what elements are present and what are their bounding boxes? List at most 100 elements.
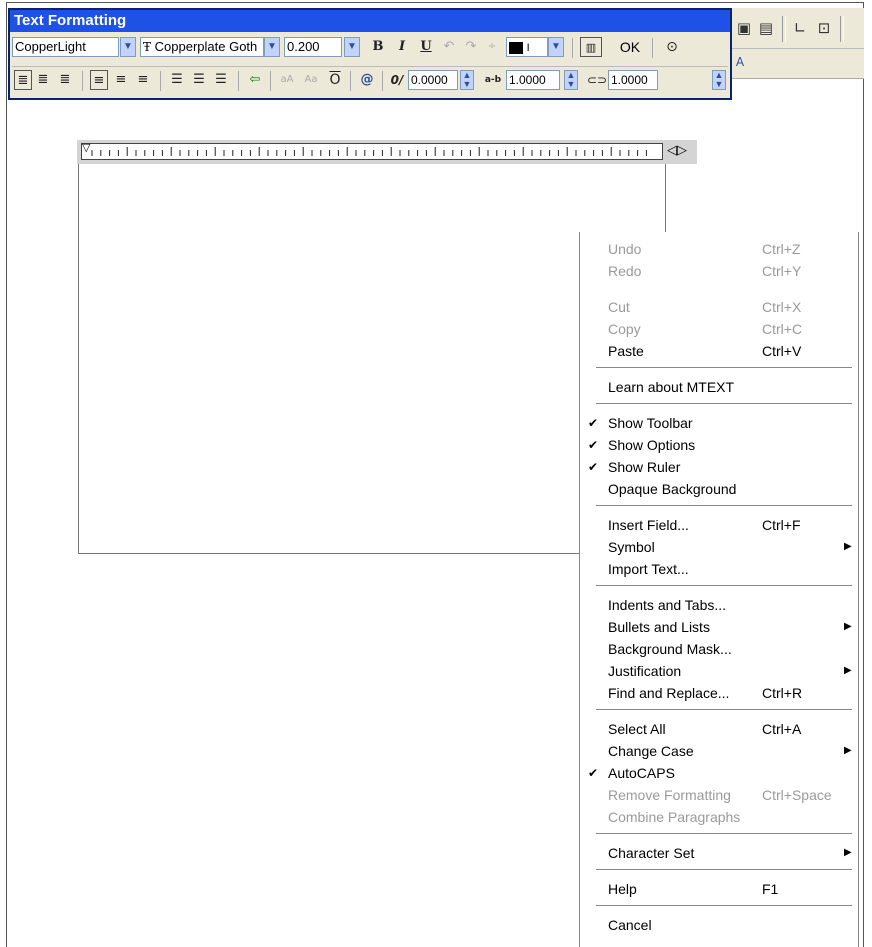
menu-item-shortcut: Ctrl+C <box>762 321 803 337</box>
menu-item-opaque-background[interactable]: Opaque Background <box>580 478 858 500</box>
menu-item-label: Copy <box>608 321 641 337</box>
bold-button[interactable]: B <box>370 37 386 57</box>
uppercase-icon[interactable]: aA <box>278 70 296 90</box>
menu-item-paste[interactable]: Paste Ctrl+V <box>580 340 858 362</box>
menu-item-autocaps[interactable]: ✔ AutoCAPS <box>580 762 858 784</box>
menu-item-shortcut: Ctrl+Z <box>762 241 801 257</box>
tracking-field[interactable]: 1.0000 <box>506 70 560 90</box>
lowercase-icon[interactable]: Aa <box>302 70 320 90</box>
font-combo[interactable]: Ŧ Copperplate Goth <box>140 37 264 57</box>
menu-item-symbol[interactable]: Symbol ▶ <box>580 536 858 558</box>
toolbar-separator <box>840 16 844 42</box>
ruler-width-handle-icon[interactable]: ◁▷ <box>667 143 687 158</box>
window-icon[interactable]: ▤ <box>758 20 774 36</box>
overline-icon[interactable]: O <box>326 70 344 90</box>
menu-item-import-text[interactable]: Import Text... <box>580 558 858 580</box>
chevron-down-icon[interactable]: ▼ <box>264 37 280 57</box>
menu-item-help[interactable]: Help F1 <box>580 878 858 900</box>
toolbar-separator <box>382 71 383 91</box>
ruler-toggle-icon[interactable]: ▥ <box>580 37 602 57</box>
layer-icon[interactable]: ▣ <box>736 20 752 36</box>
text-editor-area[interactable] <box>78 164 666 554</box>
width-factor-field[interactable]: 1.0000 <box>608 70 658 90</box>
lettering-icon[interactable]: ☰ <box>212 70 230 90</box>
menu-item-find-and-replace[interactable]: Find and Replace... Ctrl+R <box>580 682 858 704</box>
ruler-ticks <box>91 147 647 156</box>
menu-item-background-mask[interactable]: Background Mask... <box>580 638 858 660</box>
chevron-down-icon[interactable]: ▼ <box>548 37 564 57</box>
menu-item-shortcut: Ctrl+Y <box>762 263 802 279</box>
menu-item-shortcut: Ctrl+X <box>762 299 802 315</box>
menu-item-shortcut: Ctrl+V <box>762 343 802 359</box>
menu-item-change-case[interactable]: Change Case ▶ <box>580 740 858 762</box>
align-center-icon[interactable]: ≣ <box>34 70 52 90</box>
redo-icon[interactable]: ↷ <box>462 37 480 57</box>
menu-item-combine-paragraphs[interactable]: Combine Paragraphs <box>580 806 858 828</box>
context-menu: Undo Ctrl+Z Redo Ctrl+Y Cut Ctrl+X Copy Ctrl+C P… <box>579 232 859 947</box>
menu-item-redo[interactable]: Redo Ctrl+Y <box>580 260 858 282</box>
text-style-icon[interactable]: A <box>732 54 748 70</box>
ucs-world-icon[interactable]: ⊡ <box>816 20 832 36</box>
indent-marker-icon[interactable]: ▽ <box>82 142 90 153</box>
ok-button[interactable]: OK <box>612 37 648 57</box>
color-combo[interactable]: I <box>506 37 548 57</box>
submenu-arrow-icon: ▶ <box>844 621 852 632</box>
toolbar-separator <box>350 71 351 91</box>
menu-item-remove-formatting[interactable]: Remove Formatting Ctrl+Space <box>580 784 858 806</box>
menu-item-cancel[interactable]: Cancel <box>580 914 858 936</box>
options-icon[interactable]: ⊙ <box>662 37 682 57</box>
menu-separator <box>596 585 852 586</box>
menu-item-cut[interactable]: Cut Ctrl+X <box>580 296 858 318</box>
justify-left-icon[interactable]: ≡ <box>90 70 108 90</box>
menu-item-label: Symbol <box>608 539 655 555</box>
menu-item-show-options[interactable]: ✔ Show Options <box>580 434 858 456</box>
justify-center-icon[interactable]: ≡ <box>112 70 130 90</box>
spinner-icon[interactable]: ▲ ▼ <box>460 70 474 90</box>
menu-item-justification[interactable]: Justification ▶ <box>580 660 858 682</box>
italic-button[interactable]: I <box>394 37 410 57</box>
menu-item-undo[interactable]: Undo Ctrl+Z <box>580 238 858 260</box>
menu-separator <box>596 905 852 906</box>
submenu-arrow-icon: ▶ <box>844 745 852 756</box>
style-combo[interactable]: CopperLight <box>12 37 119 57</box>
menu-item-bullets-and-lists[interactable]: Bullets and Lists ▶ <box>580 616 858 638</box>
spinner-icon[interactable]: ▲ ▼ <box>712 70 726 90</box>
bullets-icon[interactable]: ☰ <box>190 70 208 90</box>
tracking-icon: a-b <box>484 75 502 85</box>
ucs-icon[interactable]: ∟ <box>792 20 808 36</box>
menu-item-label: Change Case <box>608 743 694 759</box>
oblique-angle-field[interactable]: 0.0000 <box>408 70 458 90</box>
menu-item-indents-and-tabs[interactable]: Indents and Tabs... <box>580 594 858 616</box>
attachment-icon[interactable]: ≣ <box>14 70 32 90</box>
menu-item-copy[interactable]: Copy Ctrl+C <box>580 318 858 340</box>
menu-item-learn-about-mtext[interactable]: Learn about MTEXT <box>580 376 858 398</box>
undo-icon[interactable]: ↶ <box>440 37 458 57</box>
text-height-combo[interactable]: 0.200 <box>284 37 342 57</box>
toolbar-title[interactable]: Text Formatting <box>10 10 730 32</box>
menu-item-select-all[interactable]: Select All Ctrl+A <box>580 718 858 740</box>
menu-item-insert-field[interactable]: Insert Field... Ctrl+F <box>580 514 858 536</box>
menu-item-show-ruler[interactable]: ✔ Show Ruler <box>580 456 858 478</box>
chevron-down-icon[interactable]: ▼ <box>344 37 360 57</box>
menu-item-character-set[interactable]: Character Set ▶ <box>580 842 858 864</box>
align-right-icon[interactable]: ≣ <box>56 70 74 90</box>
numbering-icon[interactable]: ☰ <box>168 70 186 90</box>
underline-button[interactable]: U <box>418 37 434 57</box>
menu-item-shortcut: Ctrl+R <box>762 685 803 701</box>
symbol-icon[interactable]: @ <box>358 70 376 90</box>
spinner-icon[interactable]: ▲ ▼ <box>564 70 578 90</box>
chevron-down-icon[interactable]: ▼ <box>120 37 136 57</box>
toolbar-separator <box>238 71 239 91</box>
menu-item-label: Undo <box>608 241 642 257</box>
toolbar-separator <box>572 38 573 58</box>
justify-right-icon[interactable]: ≡ <box>134 70 152 90</box>
menu-item-shortcut: F1 <box>762 881 779 897</box>
insert-field-icon[interactable]: ⇦ <box>246 70 264 90</box>
menu-separator <box>596 709 852 710</box>
stack-icon[interactable]: ÷ <box>484 37 500 57</box>
ruler-scale[interactable]: ▽ <box>81 142 663 160</box>
menu-item-show-toolbar[interactable]: ✔ Show Toolbar <box>580 412 858 434</box>
ruler[interactable]: ▽ ◁▷ <box>77 140 697 164</box>
menu-item-label: Background Mask... <box>608 641 732 657</box>
menu-item-label: Insert Field... <box>608 517 689 533</box>
